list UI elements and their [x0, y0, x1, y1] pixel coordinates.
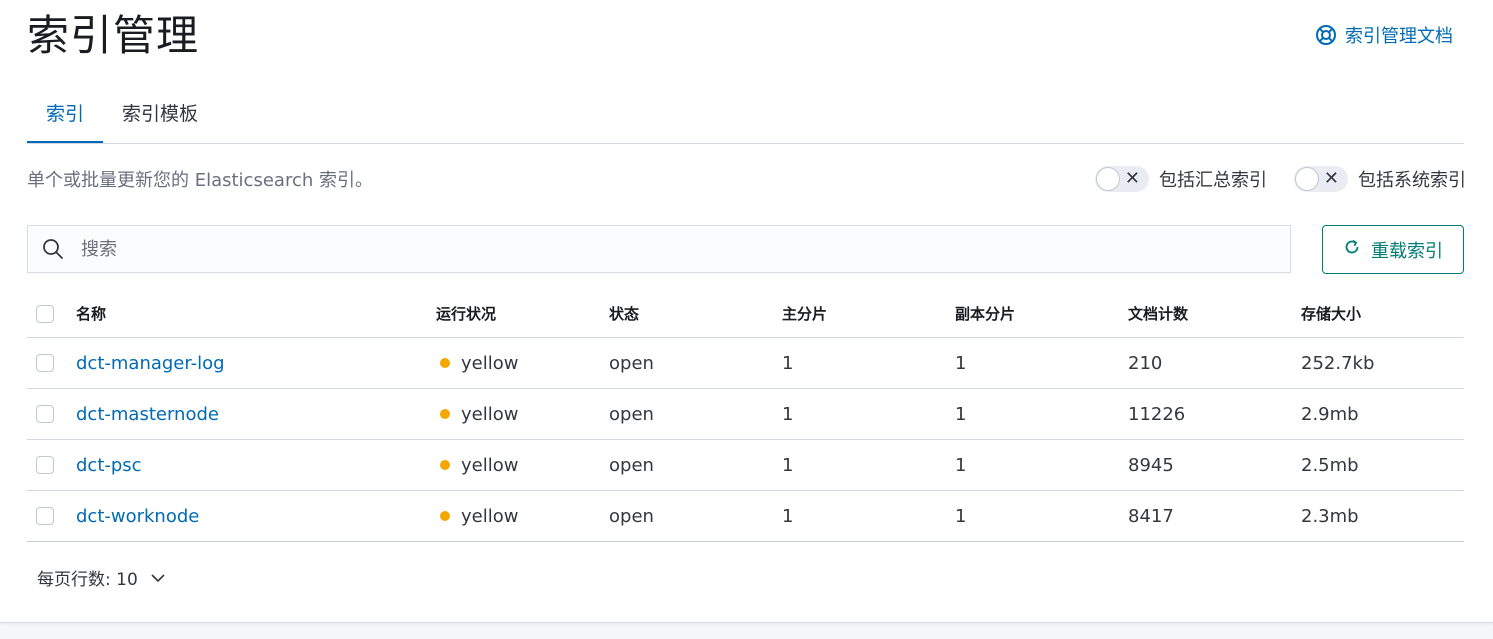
index-name-link[interactable]: dct-manager-log	[76, 338, 225, 388]
table-row: dct-worknode yellow open 1 1 8417 2.3mb	[27, 491, 1464, 542]
column-header-status[interactable]: 状态	[609, 290, 639, 337]
column-header-storage-size[interactable]: 存储大小	[1301, 290, 1361, 337]
cross-icon: ✕	[1124, 168, 1140, 189]
status-cell: open	[609, 403, 654, 425]
column-header-docs-count[interactable]: 文档计数	[1128, 290, 1188, 337]
rows-per-page-label: 每页行数: 10	[37, 570, 138, 590]
index-name-link[interactable]: dct-psc	[76, 440, 142, 490]
replica-shards-cell: 1	[955, 505, 967, 527]
chevron-down-icon	[150, 568, 166, 588]
status-cell: open	[609, 352, 654, 374]
column-header-primary[interactable]: 主分片	[782, 290, 827, 337]
status-cell: open	[609, 505, 654, 527]
column-header-health[interactable]: 运行状况	[436, 290, 496, 337]
documentation-link[interactable]: 索引管理文档	[1315, 22, 1453, 48]
health-status-dot	[440, 511, 450, 521]
health-status-dot	[440, 358, 450, 368]
health-label: yellow	[461, 352, 519, 374]
column-header-name[interactable]: 名称	[76, 290, 106, 337]
health-cell: yellow	[440, 440, 518, 490]
table-row: dct-manager-log yellow open 1 1 210 252.…	[27, 338, 1464, 389]
include-system-toggle-group: ✕ 包括系统索引	[1294, 166, 1466, 192]
search-input[interactable]	[79, 237, 1263, 261]
primary-shards-cell: 1	[782, 454, 794, 476]
replica-shards-cell: 1	[955, 454, 967, 476]
include-rollup-toggle-group: ✕ 包括汇总索引	[1095, 166, 1267, 192]
tab-index-templates[interactable]: 索引模板	[103, 90, 217, 141]
select-all-cell	[36, 290, 54, 337]
include-rollup-label: 包括汇总索引	[1159, 170, 1267, 191]
health-label: yellow	[461, 403, 519, 425]
rows-per-page-selector[interactable]: 每页行数: 10	[37, 565, 166, 590]
storage-size-cell: 2.5mb	[1301, 454, 1359, 476]
storage-size-cell: 2.3mb	[1301, 505, 1359, 527]
include-system-label: 包括系统索引	[1358, 170, 1466, 191]
column-header-replicas[interactable]: 副本分片	[955, 290, 1015, 337]
search-icon	[41, 237, 65, 261]
replica-shards-cell: 1	[955, 403, 967, 425]
row-checkbox[interactable]	[36, 405, 54, 423]
health-status-dot	[440, 409, 450, 419]
health-cell: yellow	[440, 491, 518, 541]
search-field	[27, 225, 1291, 273]
row-select-cell	[36, 389, 54, 439]
toggle-knob	[1096, 167, 1120, 191]
documentation-link-label: 索引管理文档	[1345, 26, 1453, 47]
select-all-checkbox[interactable]	[36, 304, 54, 323]
index-management-panel: 索引管理 索引管理文档 索引 索引模板 单个或批量更新您的 Elasticsea…	[0, 0, 1493, 623]
health-label: yellow	[461, 454, 519, 476]
storage-size-cell: 2.9mb	[1301, 403, 1359, 425]
primary-shards-cell: 1	[782, 505, 794, 527]
docs-count-cell: 8945	[1128, 454, 1174, 476]
docs-count-cell: 8417	[1128, 505, 1174, 527]
reload-indices-label: 重载索引	[1371, 240, 1443, 262]
index-name-link[interactable]: dct-worknode	[76, 491, 199, 541]
row-select-cell	[36, 338, 54, 388]
page-description: 单个或批量更新您的 Elasticsearch 索引。	[27, 170, 373, 191]
index-name-link[interactable]: dct-masternode	[76, 389, 219, 439]
refresh-icon	[1343, 238, 1361, 261]
include-rollup-toggle[interactable]: ✕	[1095, 166, 1149, 192]
health-status-dot	[440, 460, 450, 470]
row-checkbox[interactable]	[36, 354, 54, 372]
table-header-row: 名称 运行状况 状态 主分片 副本分片 文档计数 存储大小	[27, 290, 1464, 338]
row-select-cell	[36, 440, 54, 490]
page-title: 索引管理	[27, 11, 200, 60]
health-cell: yellow	[440, 389, 518, 439]
include-system-toggle[interactable]: ✕	[1294, 166, 1348, 192]
toggle-knob	[1295, 167, 1319, 191]
cross-icon: ✕	[1323, 168, 1339, 189]
status-cell: open	[609, 454, 654, 476]
replica-shards-cell: 1	[955, 352, 967, 374]
primary-shards-cell: 1	[782, 403, 794, 425]
indices-table: 名称 运行状况 状态 主分片 副本分片 文档计数 存储大小 dct-manage…	[27, 290, 1464, 542]
health-cell: yellow	[440, 338, 518, 388]
tab-indices[interactable]: 索引	[27, 90, 104, 143]
table-row: dct-masternode yellow open 1 1 11226 2.9…	[27, 389, 1464, 440]
health-label: yellow	[461, 505, 519, 527]
docs-count-cell: 11226	[1128, 403, 1186, 425]
row-select-cell	[36, 491, 54, 541]
table-row: dct-psc yellow open 1 1 8945 2.5mb	[27, 440, 1464, 491]
docs-count-cell: 210	[1128, 352, 1163, 374]
storage-size-cell: 252.7kb	[1301, 352, 1375, 374]
row-checkbox[interactable]	[36, 456, 54, 474]
reload-indices-button[interactable]: 重载索引	[1322, 225, 1464, 274]
primary-shards-cell: 1	[782, 352, 794, 374]
row-checkbox[interactable]	[36, 507, 54, 525]
tab-bar: 索引 索引模板	[27, 90, 1464, 144]
help-lifebuoy-icon	[1315, 24, 1337, 46]
